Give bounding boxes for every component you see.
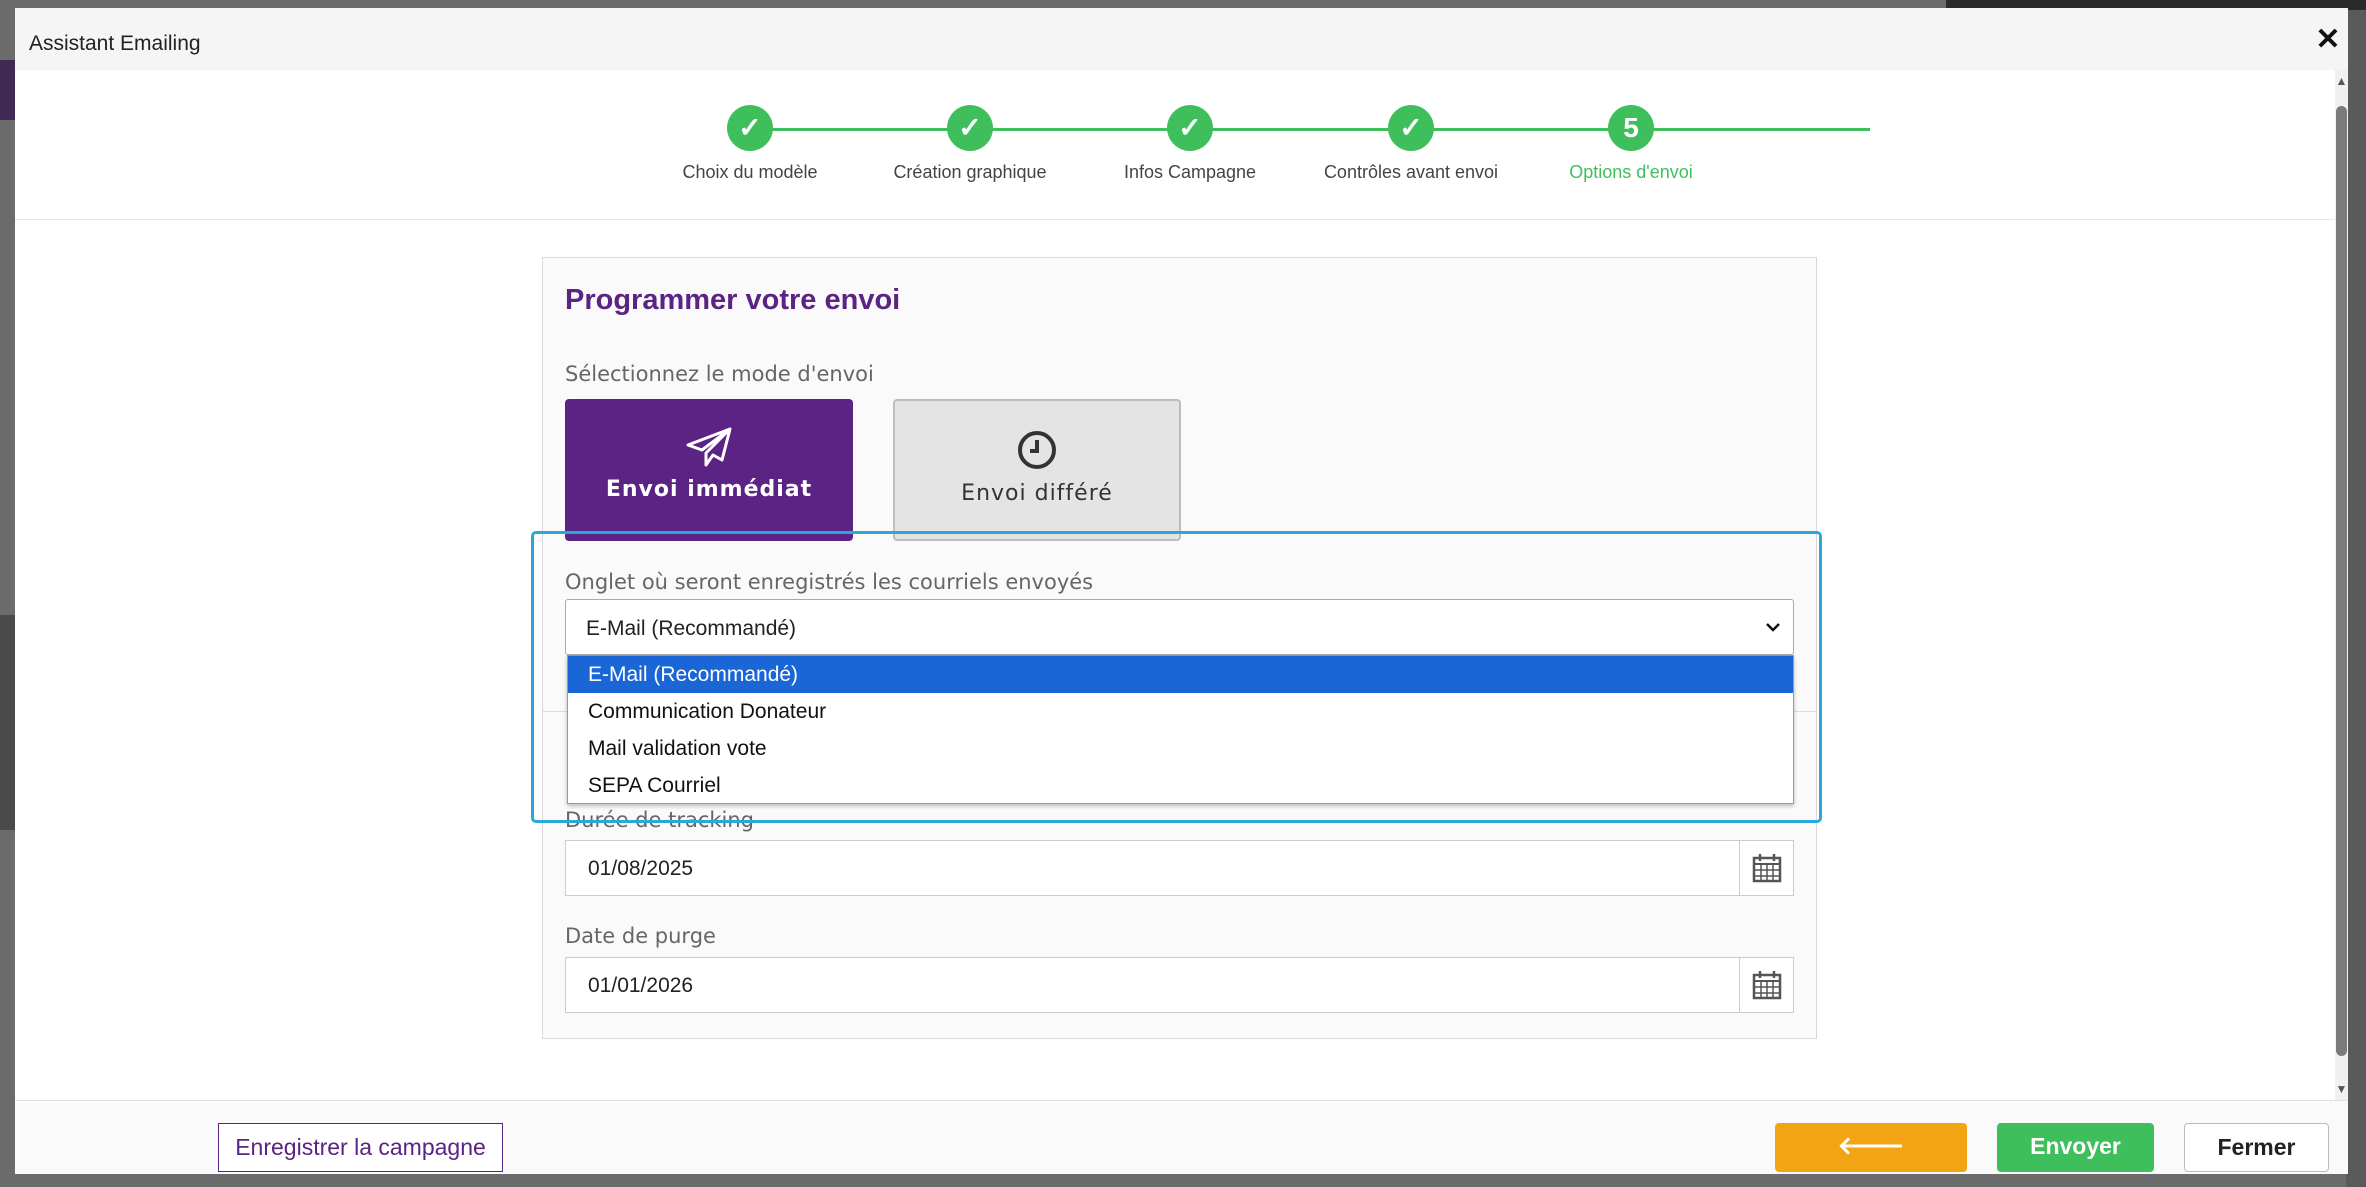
modal-header: Assistant Emailing ✕ — [15, 8, 2348, 70]
step-options-envoi[interactable]: 5 Options d'envoi — [1511, 105, 1751, 183]
step-choix-modele[interactable]: ✓ Choix du modèle — [630, 105, 870, 183]
tracking-date-input[interactable]: 01/08/2025 — [565, 840, 1794, 896]
tracking-label: Durée de tracking — [565, 808, 755, 832]
step-label: Création graphique — [893, 162, 1047, 182]
modal-title: Assistant Emailing — [29, 32, 201, 55]
check-icon: ✓ — [947, 105, 993, 151]
immediate-send-button[interactable]: Envoi immédiat — [565, 399, 853, 541]
step-label: Options d'envoi — [1569, 162, 1693, 182]
send-button[interactable]: Envoyer — [1997, 1123, 2154, 1172]
purge-label: Date de purge — [565, 924, 716, 948]
calendar-icon — [1752, 854, 1782, 883]
purge-date-picker-button[interactable] — [1739, 958, 1793, 1012]
scrollbar-thumb[interactable] — [2336, 106, 2347, 1056]
dropdown-option-email[interactable]: E-Mail (Recommandé) — [568, 656, 1793, 693]
send-mode-label: Sélectionnez le mode d'envoi — [565, 362, 874, 386]
tracking-date-value: 01/08/2025 — [588, 857, 694, 880]
scroll-up-icon[interactable]: ▲ — [2335, 72, 2348, 90]
calendar-icon — [1752, 971, 1782, 1000]
panel-title: Programmer votre envoi — [565, 284, 901, 316]
backdrop-panel — [0, 615, 15, 830]
modal-footer: Enregistrer la campagne 🡐 Précédent Envo… — [15, 1100, 2348, 1174]
check-icon: ✓ — [1388, 105, 1434, 151]
save-campaign-button[interactable]: Enregistrer la campagne — [218, 1123, 503, 1172]
close-icon[interactable]: ✕ — [2310, 22, 2346, 58]
backdrop-right — [2346, 0, 2366, 1187]
deferred-send-button[interactable]: Envoi différé — [893, 399, 1181, 541]
schedule-panel: Programmer votre envoi Sélectionnez le m… — [542, 257, 1817, 1039]
chevron-down-icon — [1766, 623, 1780, 632]
tab-select[interactable]: E-Mail (Recommandé) — [565, 599, 1794, 655]
paper-plane-icon — [686, 427, 732, 467]
check-icon: ✓ — [1167, 105, 1213, 151]
vertical-scrollbar[interactable]: ▲ ▼ — [2335, 70, 2348, 1100]
deferred-send-label: Envoi différé — [961, 481, 1113, 506]
check-icon: ✓ — [727, 105, 773, 151]
immediate-send-label: Envoi immédiat — [605, 477, 813, 502]
tab-select-value: E-Mail (Recommandé) — [586, 617, 797, 640]
dropdown-option-mail-validation-vote[interactable]: Mail validation vote — [568, 730, 1793, 767]
clock-icon — [1018, 431, 1056, 469]
step-label: Contrôles avant envoi — [1323, 162, 1499, 182]
tracking-date-picker-button[interactable] — [1739, 841, 1793, 895]
step-infos-campagne[interactable]: ✓ Infos Campagne — [1070, 105, 1310, 183]
step-controles-avant-envoi[interactable]: ✓ Contrôles avant envoi — [1291, 105, 1531, 183]
step-label: Choix du modèle — [682, 162, 818, 182]
scroll-down-icon[interactable]: ▼ — [2335, 1080, 2348, 1098]
step-creation-graphique[interactable]: ✓ Création graphique — [850, 105, 1090, 183]
tab-select-label: Onglet où seront enregistrés les courrie… — [565, 570, 1094, 594]
purge-date-value: 01/01/2026 — [588, 974, 694, 997]
wizard-stepper: ✓ Choix du modèle ✓ Création graphique ✓… — [15, 70, 2335, 220]
emailing-wizard-modal: Assistant Emailing ✕ ✓ Choix du modèle ✓… — [15, 8, 2348, 1174]
close-button[interactable]: Fermer — [2184, 1123, 2329, 1172]
dropdown-option-sepa-courriel[interactable]: SEPA Courriel — [568, 767, 1793, 804]
previous-button[interactable]: 🡐 Précédent — [1775, 1123, 1967, 1172]
dropdown-option-communication-donateur[interactable]: Communication Donateur — [568, 693, 1793, 730]
backdrop-purple-bar — [0, 60, 15, 120]
purge-date-input[interactable]: 01/01/2026 — [565, 957, 1794, 1013]
tab-select-dropdown: E-Mail (Recommandé) Communication Donate… — [567, 655, 1794, 804]
step-number: 5 — [1608, 105, 1654, 151]
step-label: Infos Campagne — [1123, 162, 1257, 182]
